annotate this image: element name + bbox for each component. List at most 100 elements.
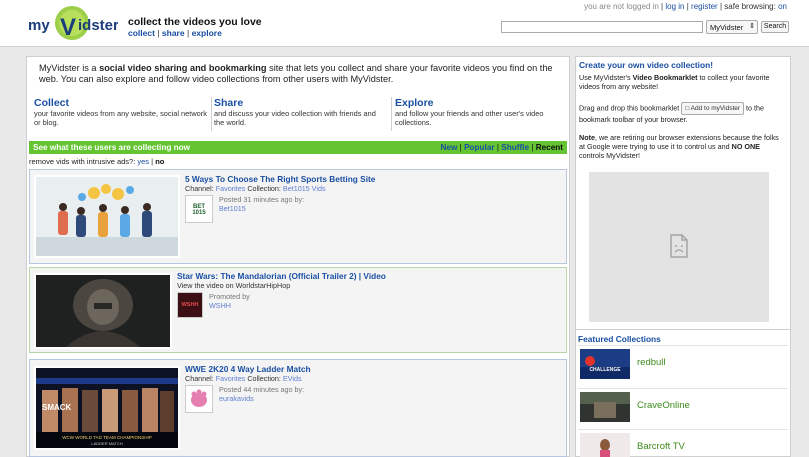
site-tagline: collect the videos you love — [128, 16, 262, 28]
video-thumbnail[interactable] — [34, 273, 172, 349]
safe-browsing-toggle[interactable]: on — [778, 2, 787, 11]
feed-tabs: New | Popular | Shuffle | Recent — [440, 143, 563, 152]
search-button[interactable]: Search — [761, 21, 789, 33]
intro-bold: social video sharing and bookmarking — [99, 63, 267, 73]
avatar[interactable]: WSHH — [177, 292, 203, 318]
sidebar-note: Note, we are retiring our browser extens… — [579, 133, 785, 161]
feature-title-collect[interactable]: Collect — [34, 97, 210, 109]
posted-text: Posted 31 minutes ago by: — [219, 195, 305, 204]
avatar-logo-text: BET 1015 — [192, 204, 206, 216]
avatar[interactable]: BET 1015 — [185, 195, 213, 223]
collection-name[interactable]: CraveOnline — [637, 400, 690, 411]
remove-ads-no[interactable]: no — [155, 157, 164, 166]
feature-title-share[interactable]: Share — [214, 97, 386, 109]
nav-separator: | — [186, 28, 190, 38]
register-link[interactable]: register — [691, 2, 718, 11]
sidebar-text-bold: Note — [579, 133, 595, 142]
featured-collection-item[interactable]: CHALLENGE redbull — [578, 345, 788, 381]
featured-collections-title: Featured Collections — [578, 334, 661, 344]
video-meta: Channel: Favorites Collection: Bet1015 V… — [185, 184, 326, 193]
thumbnail-illustration-icon — [36, 177, 178, 256]
channel-link[interactable]: Favorites — [216, 374, 246, 383]
main-panel: MyVidster is a social video sharing and … — [26, 56, 570, 457]
remove-ads-option: remove vids with intrusive ads?: yes | n… — [29, 157, 165, 166]
collection-thumbnail[interactable] — [580, 392, 630, 422]
feature-divider — [211, 97, 212, 131]
feature-desc-explore: and follow your friends and other user's… — [395, 109, 544, 128]
feature-title-explore[interactable]: Explore — [395, 97, 563, 109]
sidebar-text-bold: NO ONE — [731, 142, 760, 152]
user-link[interactable]: Bet1015 — [219, 204, 304, 213]
broken-page-icon — [670, 234, 688, 258]
svg-text:SMACK: SMACK — [42, 403, 72, 412]
login-status: you are not logged in — [584, 2, 659, 11]
page-icon: □ — [685, 105, 690, 112]
search-input[interactable] — [501, 21, 703, 33]
tab-recent[interactable]: Recent — [536, 143, 563, 152]
featured-collection-item[interactable]: CraveOnline — [578, 388, 788, 424]
site-header: my V idster collect the videos you love … — [0, 0, 809, 47]
video-title[interactable]: WWE 2K20 4 Way Ladder Match — [185, 364, 311, 374]
user-bar: you are not logged in | log in | registe… — [584, 2, 787, 11]
feed-header-title: See what these users are collecting now — [33, 143, 190, 152]
thumbnail-wrestling-icon: SMACK WCW WORLD TAG TEAM CHAMPIONSHIP LA… — [36, 368, 178, 448]
channel-link[interactable]: Favorites — [216, 184, 246, 193]
tab-shuffle[interactable]: Shuffle — [501, 143, 529, 152]
avatar[interactable] — [185, 385, 213, 413]
myvidster-logo[interactable]: my V idster — [26, 4, 118, 44]
ad-placeholder — [589, 172, 769, 322]
collection-thumbnail[interactable]: CHALLENGE — [580, 349, 630, 379]
sidebar-drag-text: Drag and drop this bookmarklet □ Add to … — [579, 102, 785, 124]
nav-share-link[interactable]: share — [162, 28, 185, 38]
list-item: 5 Ways To Choose The Right Sports Bettin… — [29, 169, 567, 264]
user-link[interactable]: WSHH — [209, 301, 250, 310]
collection-link[interactable]: EVids — [283, 374, 302, 383]
thumbnail-caption: WCW WORLD TAG TEAM CHAMPIONSHIP — [62, 435, 152, 440]
video-title[interactable]: Star Wars: The Mandalorian (Official Tra… — [177, 271, 386, 281]
meta-label: Channel: — [185, 184, 214, 193]
feature-divider — [391, 97, 392, 131]
collection-select[interactable]: MyVidster ⇕ — [706, 20, 758, 34]
remove-ads-yes[interactable]: yes — [137, 157, 149, 166]
svg-text:V: V — [60, 14, 76, 41]
video-thumbnail[interactable] — [34, 175, 180, 258]
sidebar-text-part: Drag and drop this bookmarklet — [579, 103, 680, 113]
collection-thumbnail[interactable] — [580, 433, 630, 457]
feature-explore: Explore and follow your friends and othe… — [395, 97, 563, 131]
sidebar-text-bold: Video Bookmarklet — [632, 73, 698, 82]
bookmarklet-button[interactable]: □ Add to myVidster — [681, 102, 745, 116]
sidebar-text-part: Use MyVidster's — [579, 73, 633, 82]
posted-info: Promoted by WSHH — [209, 292, 250, 310]
select-arrows-icon: ⇕ — [749, 23, 755, 30]
thumbnail-caption-sub: LADDER MATCH — [91, 441, 122, 446]
intro-text: MyVidster is a social video sharing and … — [39, 63, 561, 85]
svg-text:idster: idster — [78, 17, 118, 34]
video-title[interactable]: 5 Ways To Choose The Right Sports Bettin… — [185, 174, 375, 184]
nav-collect-link[interactable]: collect — [128, 28, 155, 38]
user-link[interactable]: eurakavids — [219, 394, 304, 403]
thumb-caption: CHALLENGE — [589, 367, 621, 373]
list-item: Star Wars: The Mandalorian (Official Tra… — [29, 267, 567, 353]
login-link[interactable]: log in — [665, 2, 684, 11]
bookmarklet-label: Add to myVidster — [690, 105, 741, 112]
video-meta: Channel: Favorites Collection: EVids — [185, 374, 302, 383]
list-item: SMACK WCW WORLD TAG TEAM CHAMPIONSHIP LA… — [29, 359, 567, 457]
collection-select-value: MyVidster — [710, 23, 744, 32]
featured-collection-item[interactable]: Barcroft TV — [578, 429, 788, 457]
nav-explore-link[interactable]: explore — [192, 28, 222, 38]
tab-new[interactable]: New — [441, 143, 458, 152]
thumbnail-mandalorian-icon — [36, 275, 170, 347]
collection-name[interactable]: Barcroft TV — [637, 441, 685, 452]
sidebar-bookmarklet-text: Use MyVidster's Video Bookmarklet to col… — [579, 73, 785, 91]
collection-name[interactable]: redbull — [637, 357, 666, 368]
video-thumbnail[interactable]: SMACK WCW WORLD TAG TEAM CHAMPIONSHIP LA… — [34, 366, 180, 450]
feature-collect: Collect your favorite videos from any we… — [34, 97, 210, 131]
feature-share: Share and discuss your video collection … — [214, 97, 386, 131]
tab-popular[interactable]: Popular — [464, 143, 494, 152]
nav-separator: | — [157, 28, 160, 38]
main-nav: collect | share | explore — [128, 28, 222, 38]
svg-text:my: my — [28, 17, 50, 34]
sidebar-text-part: controls MyVidster! — [579, 151, 640, 161]
redbull-thumb-icon: CHALLENGE — [580, 349, 630, 379]
collection-link[interactable]: Bet1015 Vids — [283, 184, 326, 193]
